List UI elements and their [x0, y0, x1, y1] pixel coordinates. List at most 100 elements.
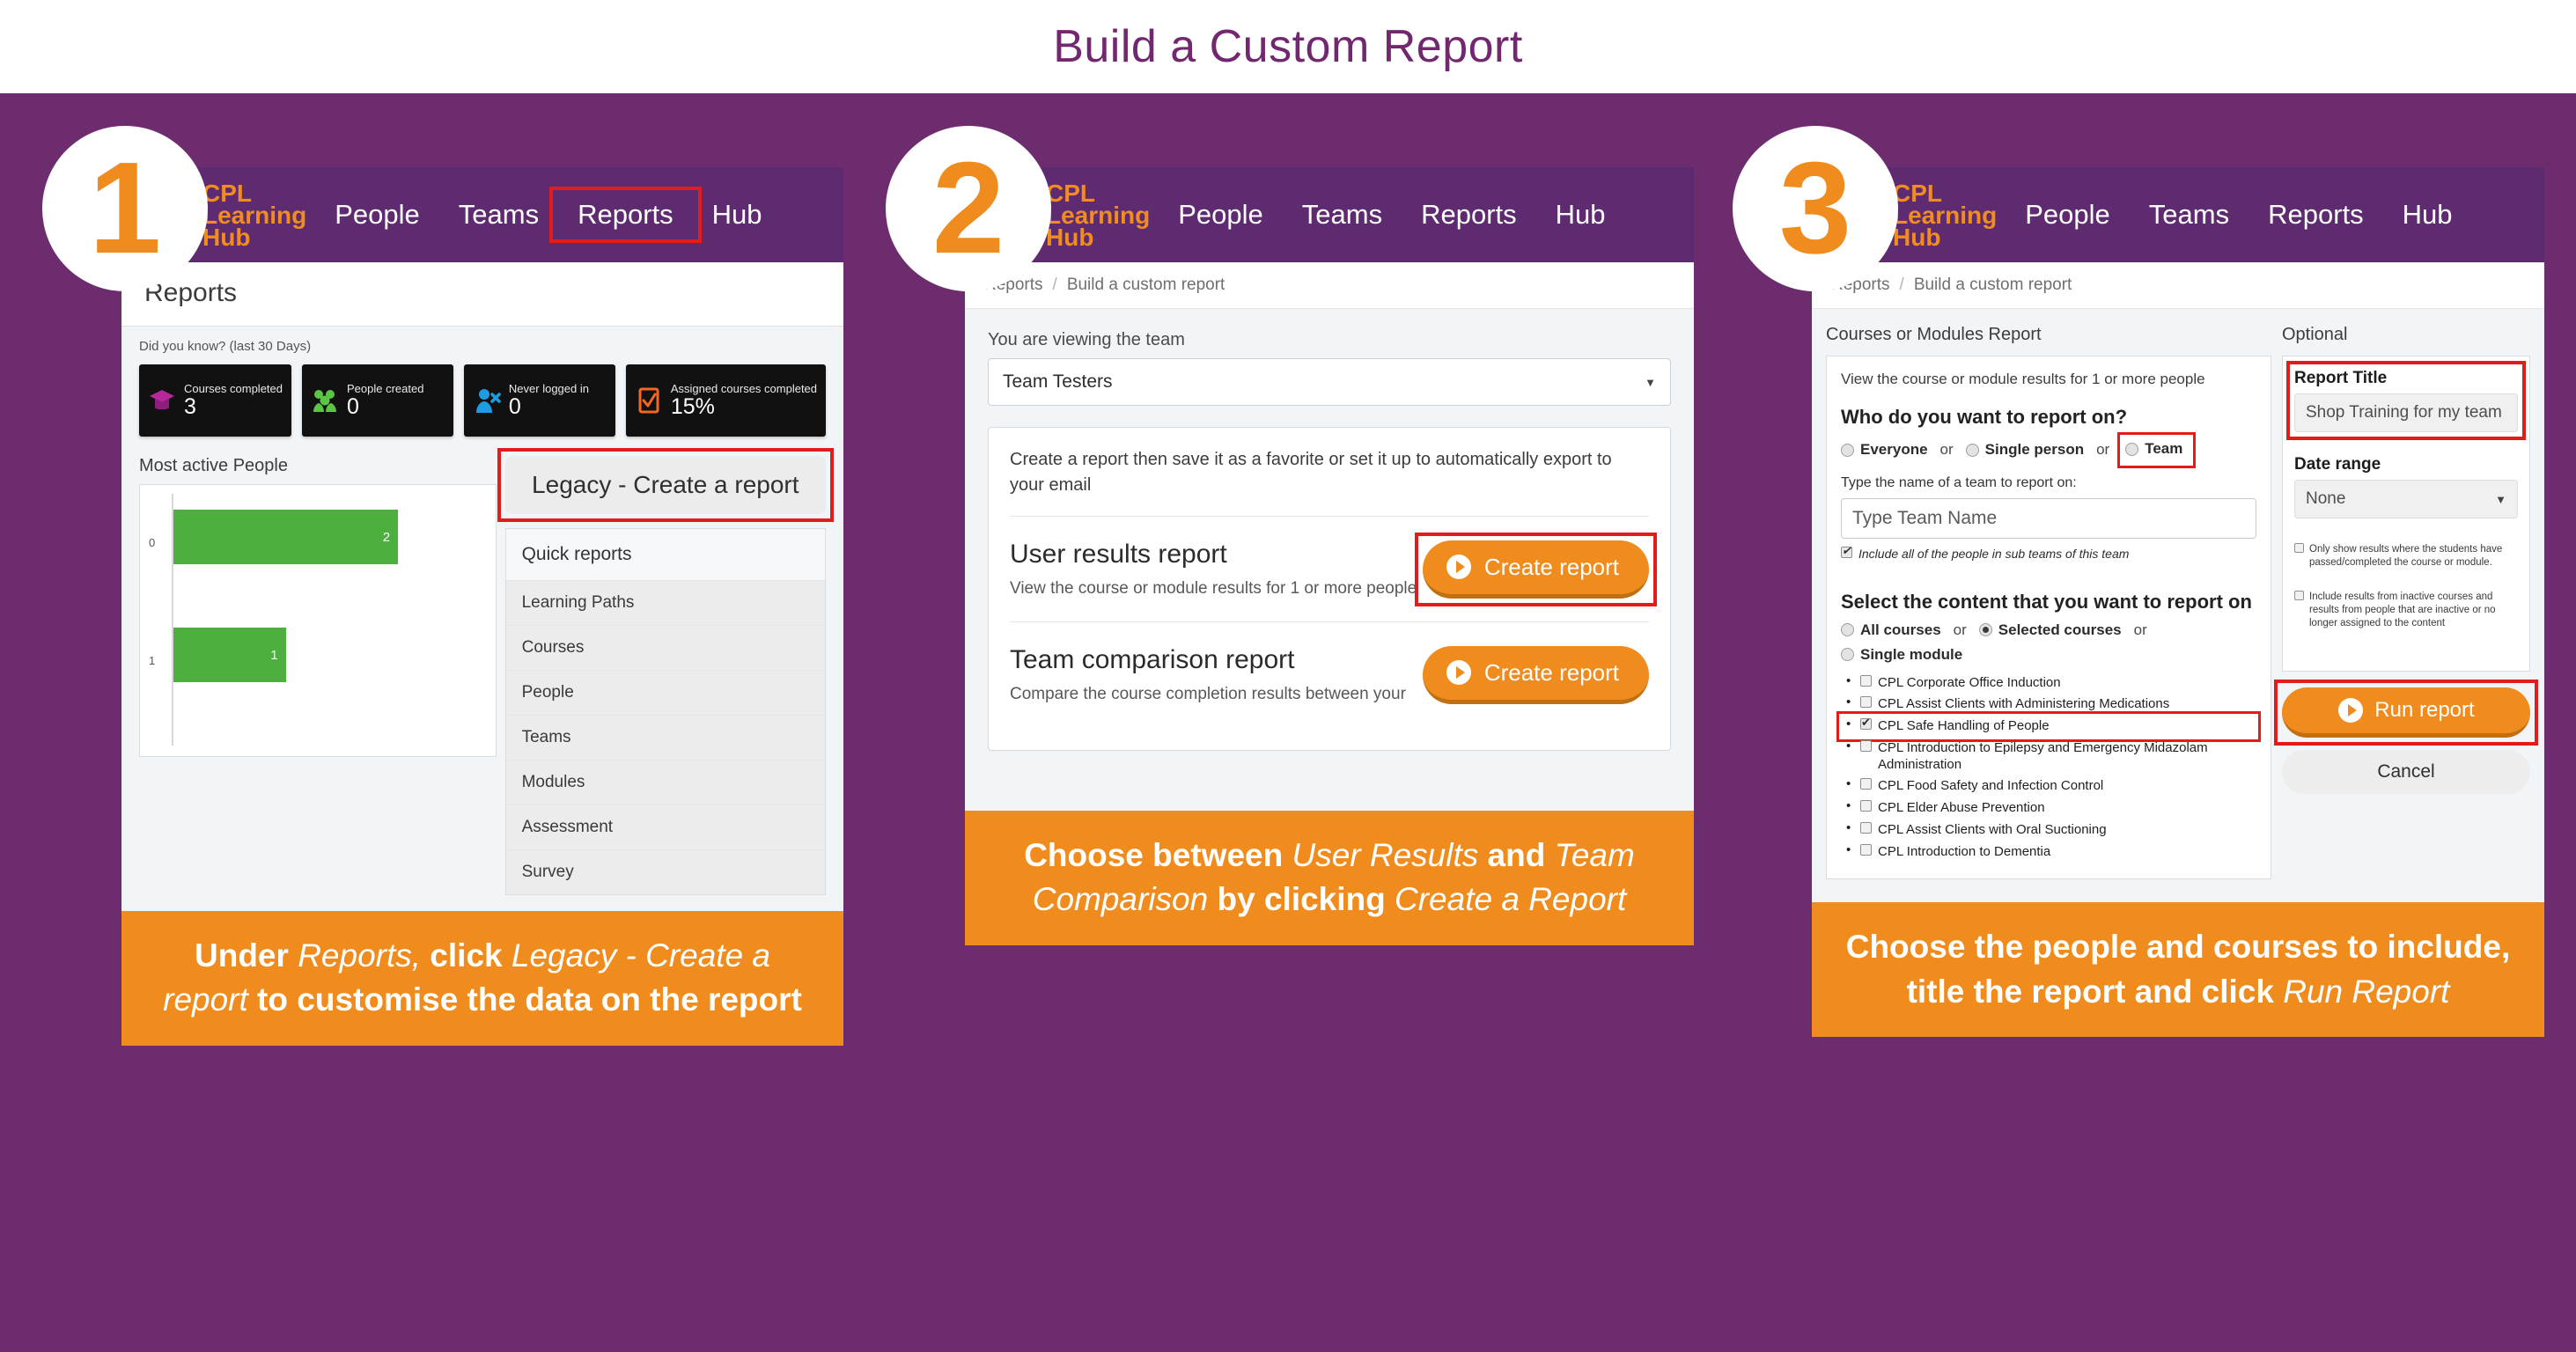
run-report-button[interactable]: Run report [2282, 687, 2530, 738]
radio-icon [1841, 623, 1854, 636]
step-number: 3 [1778, 136, 1852, 281]
optional-card: Report Title Shop Training for my team D… [2282, 356, 2530, 672]
date-range-select[interactable]: None ▼ [2294, 480, 2518, 518]
radio-option-single-person[interactable]: Single person [1965, 441, 2085, 459]
nav-item-reports[interactable]: Reports [1402, 195, 1536, 234]
checkbox-icon [1860, 778, 1872, 790]
radio-option-team-highlight: Team [2117, 432, 2197, 468]
quick-report-item-courses[interactable]: Courses [505, 625, 825, 670]
nav-links-3: People Teams Reports Hub [2006, 195, 2471, 234]
cancel-button[interactable]: Cancel [2282, 749, 2530, 794]
brand-name-2: CPL Learning Hub [1046, 179, 1151, 251]
course-list-item-selected[interactable]: CPL Safe Handling of People [1836, 711, 2261, 742]
screenshot-2: CPL Learning Hub People Teams Reports Hu… [965, 167, 1694, 811]
nav-item-hub[interactable]: Hub [2383, 195, 2472, 234]
team-name-input[interactable]: Type Team Name [1841, 497, 2256, 539]
course-list-item[interactable]: CPL Assist Clients with Administering Me… [1841, 694, 2256, 716]
stat-value: 0 [347, 393, 359, 419]
screenshot-1: CPL Learning Hub People Teams Reports Hu… [121, 167, 843, 911]
nav-item-reports[interactable]: Reports [2248, 195, 2383, 234]
course-list-item[interactable]: CPL Corporate Office Induction [1841, 672, 2256, 694]
quick-report-item-modules[interactable]: Modules [505, 760, 825, 805]
radio-label: Selected courses [1998, 621, 2122, 638]
brand-name-3: CPL Learning Hub [1893, 179, 1998, 251]
run-report-highlight: Run report [2274, 679, 2538, 746]
caption-part: Create a Report [1395, 881, 1627, 918]
radio-icon [1841, 648, 1854, 661]
nav-item-people[interactable]: People [1159, 195, 1283, 234]
stat-label: Never logged in [508, 382, 589, 396]
or-separator: or [2096, 441, 2110, 459]
step-panel-1: CPL Learning Hub People Teams Reports Hu… [121, 167, 843, 1046]
report-option-user-results: User results report View the course or m… [1010, 517, 1658, 622]
course-label: CPL Introduction to Epilepsy and Emergen… [1878, 739, 2208, 772]
step-panel-3: CPL Learning Hub People Teams Reports Hu… [1812, 167, 2544, 1037]
breadcrumb-item-build-custom-report[interactable]: Build a custom report [1067, 276, 1225, 295]
quick-report-item-assessment[interactable]: Assessment [505, 805, 825, 849]
legacy-create-report-highlight: Legacy - Create a report [497, 448, 835, 522]
content-question: Select the content that you want to repo… [1841, 590, 2252, 613]
custom-report-body: You are viewing the team Team Testers ▼ … [965, 309, 1694, 811]
quick-reports-panel: Quick reports Learning Paths Courses Peo… [504, 528, 826, 895]
or-separator: or [1953, 621, 1967, 638]
stat-card-courses-completed: Courses completed 3 [139, 364, 291, 437]
page-title: Build a Custom Report [1053, 21, 1523, 72]
include-subteams-row[interactable]: Include all of the people in sub teams o… [1841, 544, 2256, 561]
nav-item-hub[interactable]: Hub [693, 195, 782, 234]
date-range-label: Date range [2294, 455, 2381, 474]
radio-label: Single person [1984, 441, 2085, 459]
quick-report-item-survey[interactable]: Survey [505, 849, 825, 894]
stat-label: Courses completed [184, 382, 283, 396]
chevron-down-icon: ▼ [1645, 375, 1656, 389]
breadcrumb-separator: / [1052, 276, 1057, 294]
create-report-button-user-results[interactable]: Create report [1422, 540, 1649, 599]
radio-option-single-module[interactable]: Single module [1841, 646, 1962, 664]
content-radio-group: All courses or Selected courses or Singl… [1841, 621, 2256, 664]
radio-option-all-courses[interactable]: All courses [1841, 621, 1941, 639]
course-label: CPL Assist Clients with Administering Me… [1878, 696, 2170, 712]
nav-item-people[interactable]: People [315, 195, 439, 234]
create-report-button-team-comparison[interactable]: Create report [1422, 645, 1649, 704]
chart-bar[interactable]: 2 [173, 510, 399, 564]
step-panel-2: CPL Learning Hub People Teams Reports Hu… [965, 167, 1694, 945]
report-option-title: Team comparison report [1010, 645, 1295, 674]
course-list-item[interactable]: CPL Food Safety and Infection Control [1841, 775, 2256, 797]
course-list-item[interactable]: CPL Introduction to Dementia [1841, 841, 2256, 863]
radio-option-team[interactable]: Team [2125, 440, 2182, 458]
course-label: CPL Food Safety and Infection Control [1878, 778, 2104, 794]
radio-option-selected-courses[interactable]: Selected courses [1978, 621, 2122, 639]
legacy-create-report-button[interactable]: Legacy - Create a report [504, 456, 826, 514]
report-title-input[interactable]: Shop Training for my team [2294, 393, 2518, 432]
nav-bar-1: CPL Learning Hub People Teams Reports Hu… [121, 167, 843, 262]
checkbox-icon [1860, 739, 1872, 752]
stat-label: People created [347, 382, 424, 396]
report-title-value: Shop Training for my team [2306, 403, 2502, 422]
include-inactive-checkbox-row[interactable]: Include results from inactive courses an… [2294, 590, 2518, 630]
course-list-item[interactable]: CPL Assist Clients with Oral Suctioning [1841, 819, 2256, 841]
did-you-know-label: Did you know? (last 30 Days) [139, 339, 312, 354]
report-option-title: User results report [1010, 540, 1227, 569]
stat-card-row: Courses completed 3 People created 0 Nev… [139, 364, 827, 437]
radio-option-everyone[interactable]: Everyone [1841, 441, 1928, 459]
breadcrumb-item-build-custom-report[interactable]: Build a custom report [1914, 276, 2072, 295]
team-select[interactable]: Team Testers ▼ [988, 358, 1671, 406]
reports-heading: Reports [144, 278, 238, 307]
nav-item-teams[interactable]: Teams [439, 195, 558, 234]
quick-report-item-people[interactable]: People [505, 670, 825, 715]
nav-item-reports[interactable]: Reports [549, 187, 702, 243]
only-passed-checkbox-row[interactable]: Only show results where the students hav… [2294, 543, 2518, 569]
report-title-label: Report Title [2294, 369, 2388, 387]
quick-report-item-teams[interactable]: Teams [505, 715, 825, 760]
chart-bar[interactable]: 1 [173, 628, 286, 682]
run-report-label: Run report [2374, 697, 2475, 722]
nav-item-hub[interactable]: Hub [1536, 195, 1625, 234]
nav-item-teams[interactable]: Teams [1283, 195, 1402, 234]
create-report-highlight: Create report [1414, 532, 1658, 606]
nav-item-teams[interactable]: Teams [2130, 195, 2248, 234]
nav-item-people[interactable]: People [2006, 195, 2130, 234]
quick-report-item-learning-paths[interactable]: Learning Paths [505, 580, 825, 625]
reports-dashboard: Did you know? (last 30 Days) Courses com… [121, 327, 843, 911]
radio-icon [2125, 442, 2139, 456]
course-list-item[interactable]: CPL Elder Abuse Prevention [1841, 797, 2256, 819]
course-list-item[interactable]: CPL Introduction to Epilepsy and Emergen… [1841, 738, 2256, 776]
